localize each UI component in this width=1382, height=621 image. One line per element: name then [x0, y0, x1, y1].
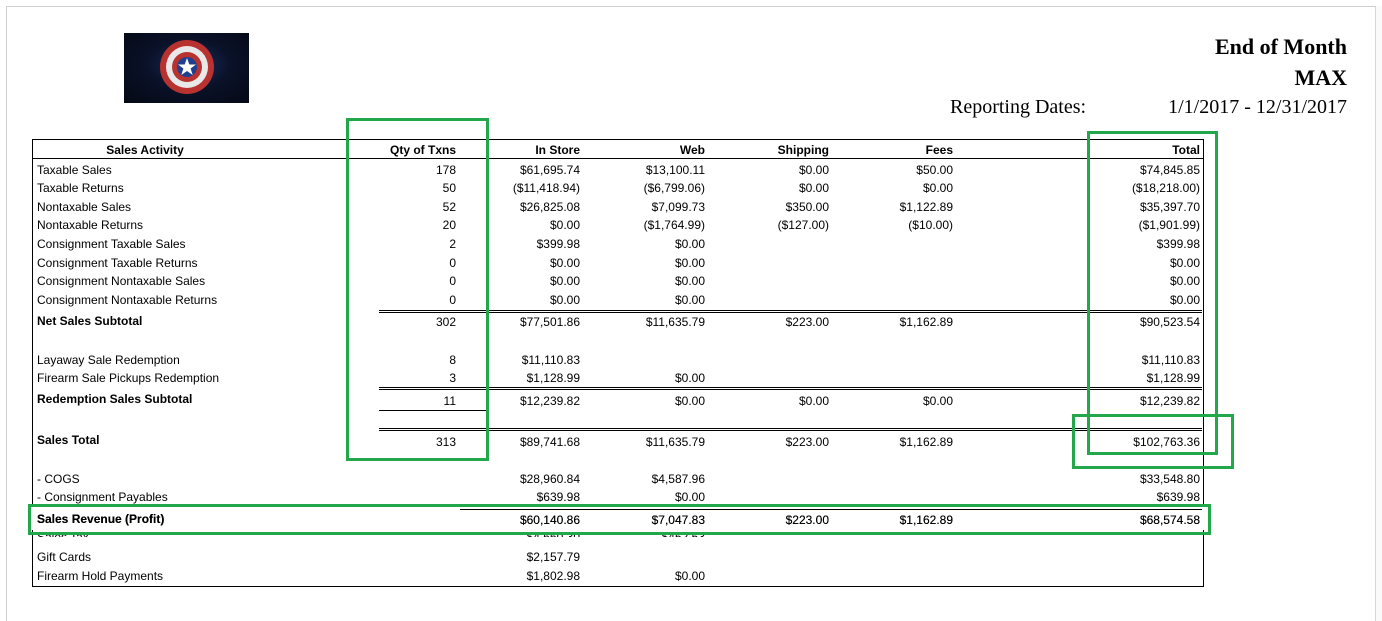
sales-revenue-web: $7,047.83 [651, 513, 705, 527]
row-label-taxable-returns: Taxable Returns [37, 181, 124, 195]
cell-consignment-payables-total: $639.98 [1156, 490, 1200, 504]
cell-cogs-total: $33,548.80 [1139, 472, 1200, 486]
qty-column-highlight [346, 118, 489, 461]
cell-taxable-returns-shipping: $0.00 [798, 181, 829, 195]
cell-cogs-web: $4,587.96 [651, 472, 705, 486]
net-subtotal-rule-1 [379, 310, 1202, 311]
sales-revenue-total: $68,574.58 [1139, 513, 1200, 527]
column-header-activity: Sales Activity [106, 143, 184, 157]
cell-cogs-in-store: $28,960.84 [519, 472, 580, 486]
cell-nontaxable-sales-shipping: $350.00 [785, 200, 829, 214]
row-label-nontaxable-returns: Nontaxable Returns [37, 218, 144, 232]
column-header-fees: Fees [925, 143, 953, 157]
column-header-web: Web [679, 143, 705, 157]
cell-nontaxable-sales-fees: $1,122.89 [899, 200, 953, 214]
cell-consignment-nontaxable-returns-web: $0.00 [674, 293, 705, 307]
header-underline [33, 158, 1203, 159]
cell-firearm-hold-payments-in-store: $1,802.98 [526, 569, 580, 583]
cell-nontaxable-returns-web: ($1,764.99) [643, 218, 705, 232]
row-label-firearm-sale-pickups-redemption: Firearm Sale Pickups Redemption [37, 371, 220, 385]
net-subtotal-rule-2 [379, 312, 1202, 313]
sales-revenue-in-store: $60,140.86 [519, 513, 580, 527]
sales-total-highlight [1072, 414, 1234, 469]
cell-taxable-sales-fees: $50.00 [916, 163, 953, 177]
cell-net-sales-subtotal-web: $11,635.79 [645, 315, 705, 329]
cell-gift-cards-in-store: $2,157.79 [526, 550, 580, 564]
cell-nontaxable-sales-web: $7,099.73 [651, 200, 705, 214]
cell-taxable-returns-web: ($6,799.06) [643, 181, 705, 195]
cell-consignment-payables-web: $0.00 [674, 490, 705, 504]
cell-consignment-taxable-returns-web: $0.00 [674, 256, 705, 270]
reporting-dates-value: 1/1/2017 - 12/31/2017 [1168, 96, 1347, 118]
cell-sales-total-fees: $1,162.89 [899, 435, 953, 449]
sales-revenue-fees: $1,162.89 [899, 513, 953, 527]
row-label-consignment-nontaxable-sales: Consignment Nontaxable Sales [37, 274, 206, 288]
row-label-nontaxable-sales: Nontaxable Sales [37, 200, 132, 214]
reporting-dates-label: Reporting Dates: [950, 96, 1087, 118]
vertical-scrollbar[interactable] [1375, 6, 1382, 621]
row-label-sales-total: Sales Total [37, 433, 100, 447]
row-label-layaway-sale-redemption: Layaway Sale Redemption [37, 353, 180, 367]
cell-redemption-sales-subtotal-shipping: $0.00 [798, 394, 829, 408]
row-label-redemption-sales-subtotal: Redemption Sales Subtotal [37, 392, 193, 406]
report-name: MAX [1294, 65, 1347, 90]
cell-net-sales-subtotal-shipping: $223.00 [785, 315, 829, 329]
cell-taxable-returns-fees: $0.00 [922, 181, 953, 195]
cell-taxable-sales-shipping: $0.00 [798, 163, 829, 177]
row-label-consignment-nontaxable-returns: Consignment Nontaxable Returns [37, 293, 218, 307]
cell-nontaxable-returns-fees: ($10.00) [908, 218, 953, 232]
cell-consignment-nontaxable-sales-web: $0.00 [674, 274, 705, 288]
cell-taxable-sales-web: $13,100.11 [645, 163, 705, 177]
row-label-consignment-taxable-returns: Consignment Taxable Returns [37, 256, 198, 270]
sales-revenue-shipping: $223.00 [785, 513, 829, 527]
total-column-highlight [1087, 131, 1218, 455]
cell-sales-total-shipping: $223.00 [785, 435, 829, 449]
column-header-shipping: Shipping [777, 143, 829, 157]
cell-redemption-sales-subtotal-fees: $0.00 [922, 394, 953, 408]
cell-sales-total-web: $11,635.79 [645, 435, 705, 449]
cell-nontaxable-returns-shipping: ($127.00) [777, 218, 829, 232]
row-label-consignment-taxable-sales: Consignment Taxable Sales [37, 237, 186, 251]
cell-consignment-taxable-sales-web: $0.00 [674, 237, 705, 251]
sales-revenue-label: Sales Revenue (Profit) [37, 512, 165, 526]
report-title: End of Month [1214, 34, 1347, 59]
redemption-subtotal-rule-2 [379, 389, 1202, 390]
cell-net-sales-subtotal-fees: $1,162.89 [899, 315, 953, 329]
row-label-taxable-sales: Taxable Sales [37, 163, 112, 177]
cell-consignment-payables-in-store: $639.98 [536, 490, 580, 504]
row-label-cogs: - COGS [37, 472, 80, 486]
cell-firearm-sale-pickups-redemption-web: $0.00 [674, 371, 705, 385]
row-label-gift-cards: Gift Cards [37, 550, 92, 564]
cell-redemption-sales-subtotal-web: $0.00 [674, 394, 705, 408]
row-label-consignment-payables: - Consignment Payables [37, 490, 168, 504]
redemption-subtotal-rule-1 [379, 387, 1202, 388]
sales-revenue-top-rule [460, 509, 1202, 510]
row-label-firearm-hold-payments: Firearm Hold Payments [37, 569, 164, 583]
shield-icon [160, 40, 214, 94]
cell-firearm-hold-payments-web: $0.00 [674, 569, 705, 583]
row-label-net-sales-subtotal: Net Sales Subtotal [37, 314, 143, 328]
